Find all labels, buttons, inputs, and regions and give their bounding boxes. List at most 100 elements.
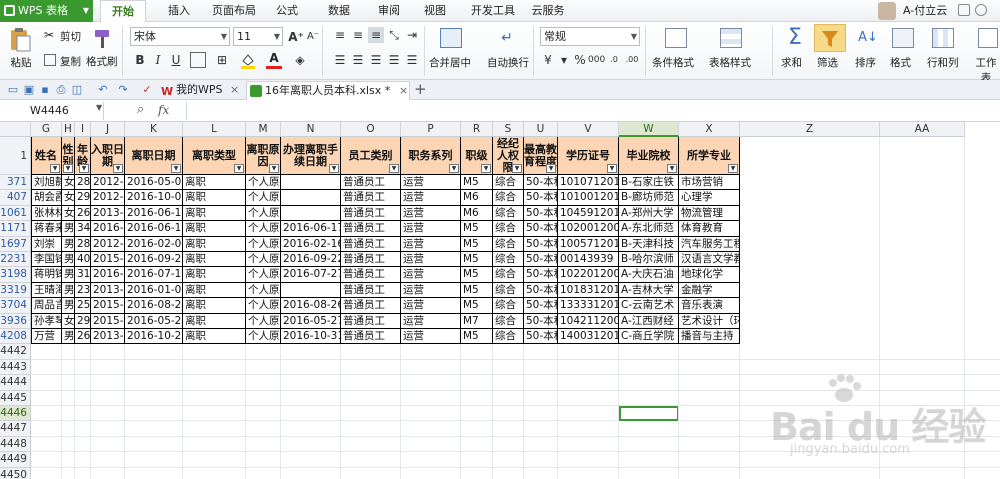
table-cell[interactable]: 王晴海 [31, 282, 62, 299]
table-cell[interactable]: 个人原因 [246, 175, 281, 191]
table-cell[interactable]: 综合 [493, 329, 524, 345]
table-cell[interactable]: 运营 [401, 329, 461, 345]
table-cell[interactable]: 离职 [183, 313, 246, 329]
table-cell[interactable]: 50-本科（统 [524, 205, 558, 222]
table-cell[interactable]: 普通员工 [341, 329, 401, 345]
table-cell[interactable]: 1005712010 [558, 236, 619, 252]
table-cell[interactable]: 艺术设计（环境艺术） [679, 313, 740, 329]
table-cell[interactable]: M5 [461, 282, 493, 299]
table-cell[interactable]: 周品言 [31, 298, 62, 314]
border-icon[interactable] [190, 52, 206, 68]
table-cell[interactable]: 综合 [493, 313, 524, 329]
row-header[interactable]: 1171 [0, 221, 31, 237]
restore-icon[interactable] [958, 4, 970, 16]
column-header[interactable]: N [281, 122, 341, 137]
dropdown-icon[interactable]: ▾ [556, 52, 572, 68]
row-header[interactable]: 1 [0, 137, 31, 175]
table-cell[interactable]: 综合 [493, 267, 524, 283]
table-cell[interactable]: 综合 [493, 252, 524, 268]
table-cell[interactable]: 离职 [183, 190, 246, 206]
distribute-icon[interactable]: ☰ [404, 52, 420, 68]
table-cell[interactable]: 普通员工 [341, 221, 401, 237]
menu-tab[interactable]: 公式 [268, 0, 306, 22]
table-cell[interactable]: 离职 [183, 205, 246, 222]
table-cell[interactable]: B-哈尔滨师 [619, 252, 679, 268]
open-folder-icon[interactable]: ▣ [22, 83, 36, 97]
table-cell[interactable]: M5 [461, 267, 493, 283]
table-cell[interactable]: 离职 [183, 175, 246, 191]
table-cell[interactable]: 综合 [493, 205, 524, 222]
table-cell[interactable]: 50-本科（统 [524, 282, 558, 299]
column-header[interactable]: R [461, 122, 493, 137]
filter-dropdown-icon[interactable]: ▼ [512, 164, 522, 173]
underline-icon[interactable]: U [168, 52, 184, 68]
column-header[interactable]: O [341, 122, 401, 137]
table-cell[interactable]: 2016-10-03 [125, 190, 183, 206]
table-cell[interactable]: 个人原因 [246, 190, 281, 206]
table-cell[interactable]: 28.13 [75, 175, 91, 191]
table-cell[interactable]: M7 [461, 313, 493, 329]
align-right-icon[interactable]: ☰ [368, 52, 384, 68]
table-cell[interactable]: M6 [461, 190, 493, 206]
filter-dropdown-icon[interactable]: ▼ [171, 164, 181, 173]
table-cell[interactable]: 50-本科（统 [524, 298, 558, 314]
table-cell[interactable]: 汽车服务工程 [679, 236, 740, 252]
table-cell[interactable]: C-云南艺术 [619, 298, 679, 314]
wrap-text-button[interactable]: 自动换行 [487, 55, 529, 70]
table-cell[interactable]: 2012-01-13 [91, 190, 125, 206]
name-box[interactable]: W4446 [0, 102, 104, 120]
table-cell[interactable]: 2013-03-08 [91, 329, 125, 345]
filter-dropdown-icon[interactable]: ▼ [50, 164, 60, 173]
filter-icon[interactable] [814, 24, 846, 52]
close-icon[interactable]: × [399, 82, 408, 100]
align-bottom-icon[interactable]: ≡ [368, 27, 384, 43]
merge-center-icon[interactable] [440, 28, 462, 48]
column-header[interactable]: S [493, 122, 524, 137]
table-cell[interactable]: 50-本科（统 [524, 313, 558, 329]
table-cell[interactable]: 个人原因 [246, 329, 281, 345]
number-format-select[interactable]: 常规 ▼ [540, 27, 640, 46]
table-cell[interactable]: 50-本科（统 [524, 236, 558, 252]
paste-button[interactable]: 粘贴 [6, 55, 36, 70]
scissors-icon[interactable]: ✂ [44, 28, 58, 42]
row-header[interactable]: 3936 [0, 313, 31, 329]
table-cell[interactable]: A-大庆石油 [619, 267, 679, 283]
table-cell[interactable]: 29.89 [75, 190, 91, 206]
table-cell[interactable]: 金融学 [679, 282, 740, 299]
menu-tab[interactable]: 审阅 [370, 0, 408, 22]
table-cell[interactable]: 个人原因 [246, 236, 281, 252]
table-cell[interactable] [281, 190, 341, 206]
increase-font-icon[interactable]: A⁺ [288, 29, 304, 45]
align-center-icon[interactable]: ☰ [350, 52, 366, 68]
zoom-icon[interactable]: ⌕ [137, 102, 144, 117]
filter-dropdown-icon[interactable]: ▼ [449, 164, 459, 173]
table-cell[interactable]: 2013-03-01 [91, 205, 125, 222]
filter-dropdown-icon[interactable]: ▼ [389, 164, 399, 173]
sum-icon[interactable]: Σ [784, 26, 806, 50]
table-cell[interactable]: 男 [62, 267, 75, 283]
row-header[interactable]: 1061 [0, 205, 31, 222]
selected-cell[interactable] [619, 406, 679, 422]
filter-dropdown-icon[interactable]: ▼ [269, 164, 279, 173]
format-icon[interactable] [892, 28, 914, 48]
print-preview-icon[interactable]: ◫ [70, 83, 84, 97]
column-header[interactable]: I [75, 122, 91, 137]
table-cell[interactable]: B-石家庄铁 [619, 175, 679, 191]
table-cell[interactable]: B-天津科技 [619, 236, 679, 252]
rows-cols-icon[interactable] [932, 28, 954, 48]
table-cell[interactable]: 2016-08-26 [281, 298, 341, 314]
table-cell[interactable]: 运营 [401, 298, 461, 314]
table-cell[interactable]: 综合 [493, 236, 524, 252]
row-header[interactable]: 4445 [0, 390, 31, 406]
filter-dropdown-icon[interactable]: ▼ [546, 164, 556, 173]
table-cell[interactable]: 2016-02-02 [125, 236, 183, 252]
cut-button[interactable]: 剪切 [60, 29, 81, 44]
row-header[interactable]: 4208 [0, 329, 31, 345]
table-cell[interactable]: 50-本科（统 [524, 221, 558, 237]
table-cell[interactable]: 男 [62, 236, 75, 252]
currency-icon[interactable]: ¥ [540, 52, 556, 68]
clear-format-icon[interactable]: ◈ [292, 52, 308, 68]
row-header[interactable]: 3319 [0, 282, 31, 299]
decrease-decimal-icon[interactable]: .00 [624, 52, 640, 68]
row-header[interactable]: 3198 [0, 267, 31, 283]
